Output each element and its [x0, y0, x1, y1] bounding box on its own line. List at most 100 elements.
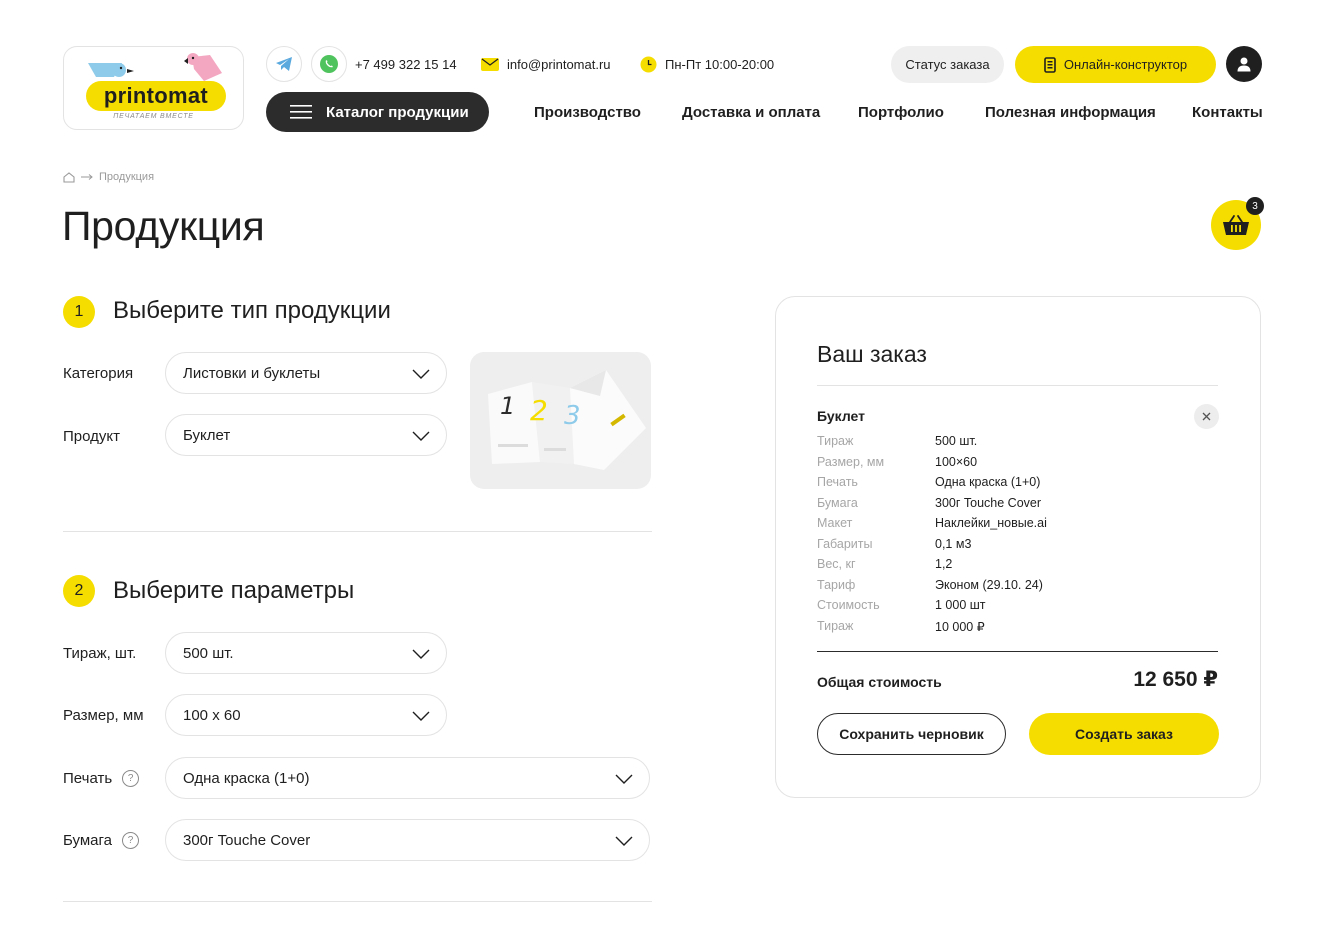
email-link[interactable]: info@printomat.ru	[481, 56, 611, 73]
print-label: Печать ?	[63, 768, 140, 788]
svg-text:2: 2	[530, 394, 548, 427]
total-value: 12 650 ₽	[1133, 668, 1218, 691]
basket-icon	[1223, 215, 1249, 235]
nav-production[interactable]: Производство	[534, 104, 641, 121]
nav-contacts[interactable]: Контакты	[1192, 104, 1263, 121]
size-label: Размер, мм	[63, 705, 144, 725]
paper-select[interactable]: 300г Touche Cover	[165, 819, 650, 861]
catalog-button[interactable]: Каталог продукции	[266, 92, 489, 132]
order-row: Габариты 0,1 м3	[817, 537, 1218, 555]
product-label: Продукт	[63, 426, 120, 446]
step-1-number: 1	[63, 296, 95, 328]
category-select[interactable]: Листовки и буклеты	[165, 352, 447, 394]
order-row-key: Размер, мм	[817, 455, 885, 469]
order-total-divider	[817, 651, 1218, 652]
order-row-value: Наклейки_новые.ai	[935, 516, 1047, 530]
category-label: Категория	[63, 363, 133, 383]
breadcrumb: Продукция	[63, 171, 154, 183]
phone-number: +7 499 322 15 14	[355, 57, 457, 72]
logo[interactable]: printomat ПЕЧАТАЕМ ВМЕСТЕ	[63, 46, 244, 130]
home-icon[interactable]	[63, 171, 75, 183]
user-profile-button[interactable]	[1226, 46, 1262, 82]
order-row-value: 300г Touche Cover	[935, 496, 1042, 510]
quantity-label-text: Тираж, шт.	[63, 644, 137, 662]
menu-icon	[290, 105, 312, 119]
nav-delivery[interactable]: Доставка и оплата	[682, 104, 820, 121]
nav-useful-info[interactable]: Полезная информация	[985, 104, 1156, 121]
order-row-key: Вес, кг	[817, 557, 856, 571]
order-row: Вес, кг 1,2	[817, 557, 1218, 575]
catalog-label: Каталог продукции	[326, 103, 469, 121]
working-hours: Пн-Пт 10:00-20:00	[640, 56, 774, 73]
size-label-text: Размер, мм	[63, 706, 144, 724]
quantity-select[interactable]: 500 шт.	[165, 632, 447, 674]
order-row-key: Печать	[817, 475, 858, 489]
page-title: Продукция	[62, 203, 265, 249]
size-select[interactable]: 100 x 60	[165, 694, 447, 736]
remove-item-button[interactable]	[1194, 404, 1219, 429]
save-draft-button[interactable]: Сохранить черновик	[817, 713, 1006, 755]
help-icon[interactable]: ?	[121, 831, 139, 849]
order-row: Бумага 300г Touche Cover	[817, 496, 1218, 514]
step-2-title: Выберите параметры	[113, 577, 355, 604]
product-select[interactable]: Буклет	[165, 414, 447, 456]
product-preview-image: 1 2 3	[470, 352, 651, 489]
order-row: Размер, мм 100×60	[817, 455, 1218, 473]
order-row: Тираж 500 шт.	[817, 434, 1218, 452]
order-row: Тираж 10 000 ₽	[817, 619, 1218, 637]
logo-tagline: ПЕЧАТАЕМ ВМЕСТЕ	[113, 113, 194, 120]
paper-label: Бумага ?	[63, 830, 139, 850]
step-1-title: Выберите тип продукции	[113, 297, 391, 324]
hours-text: Пн-Пт 10:00-20:00	[665, 57, 775, 72]
breadcrumb-current: Продукция	[99, 171, 155, 183]
phone-link[interactable]: +7 499 322 15 14	[355, 56, 457, 73]
chevron-down-icon	[412, 431, 430, 441]
order-row-value: Эконом (29.10. 24)	[935, 578, 1043, 592]
chevron-down-icon	[615, 774, 633, 784]
section-divider	[63, 901, 652, 902]
size-value: 100 x 60	[183, 706, 241, 724]
help-icon[interactable]: ?	[122, 769, 140, 787]
email-address: info@printomat.ru	[507, 57, 611, 72]
order-row-value: 1,2	[935, 557, 953, 571]
paper-value: 300г Touche Cover	[183, 831, 311, 849]
order-status-button[interactable]: Статус заказа	[891, 46, 1004, 83]
total-label: Общая стоимость	[817, 674, 942, 690]
order-title: Ваш заказ	[817, 341, 927, 367]
whatsapp-button[interactable]	[311, 46, 347, 82]
chevron-down-icon	[412, 649, 430, 659]
online-constructor-button[interactable]: Онлайн-конструктор	[1015, 46, 1216, 83]
order-row-key: Тираж	[817, 619, 854, 633]
order-row-key: Тираж	[817, 434, 854, 448]
user-icon	[1237, 57, 1251, 71]
order-row-value: 1 000 шт	[935, 598, 986, 612]
nav-portfolio[interactable]: Портфолио	[858, 104, 944, 121]
order-row-value: 10 000 ₽	[935, 620, 985, 634]
chevron-down-icon	[412, 369, 430, 379]
mail-icon	[481, 58, 499, 71]
order-row-value: 0,1 м3	[935, 537, 972, 551]
product-label-text: Продукт	[63, 427, 120, 445]
print-select[interactable]: Одна краска (1+0)	[165, 757, 650, 799]
order-row: Тариф Эконом (29.10. 24)	[817, 578, 1218, 596]
order-row-key: Бумага	[817, 496, 858, 510]
print-value: Одна краска (1+0)	[183, 769, 310, 787]
step-2-number: 2	[63, 575, 95, 607]
order-row: Стоимость 1 000 шт	[817, 598, 1218, 616]
create-order-button[interactable]: Создать заказ	[1029, 713, 1219, 755]
order-row-value: Одна краска (1+0)	[935, 475, 1041, 489]
order-row-value: 500 шт.	[935, 434, 978, 448]
order-row: Печать Одна краска (1+0)	[817, 475, 1218, 493]
logo-wordmark: printomat	[86, 81, 226, 111]
booklet-illustration: 1 2 3	[488, 370, 646, 470]
print-label-text: Печать	[63, 769, 113, 787]
telegram-icon	[276, 57, 292, 71]
svg-text:1: 1	[500, 392, 515, 420]
telegram-button[interactable]	[266, 46, 302, 82]
order-item-name: Буклет	[817, 408, 866, 424]
cart-count-badge: 3	[1246, 197, 1264, 215]
chevron-down-icon	[412, 711, 430, 721]
quantity-value: 500 шт.	[183, 644, 234, 662]
order-divider	[817, 385, 1218, 386]
quantity-label: Тираж, шт.	[63, 643, 136, 663]
